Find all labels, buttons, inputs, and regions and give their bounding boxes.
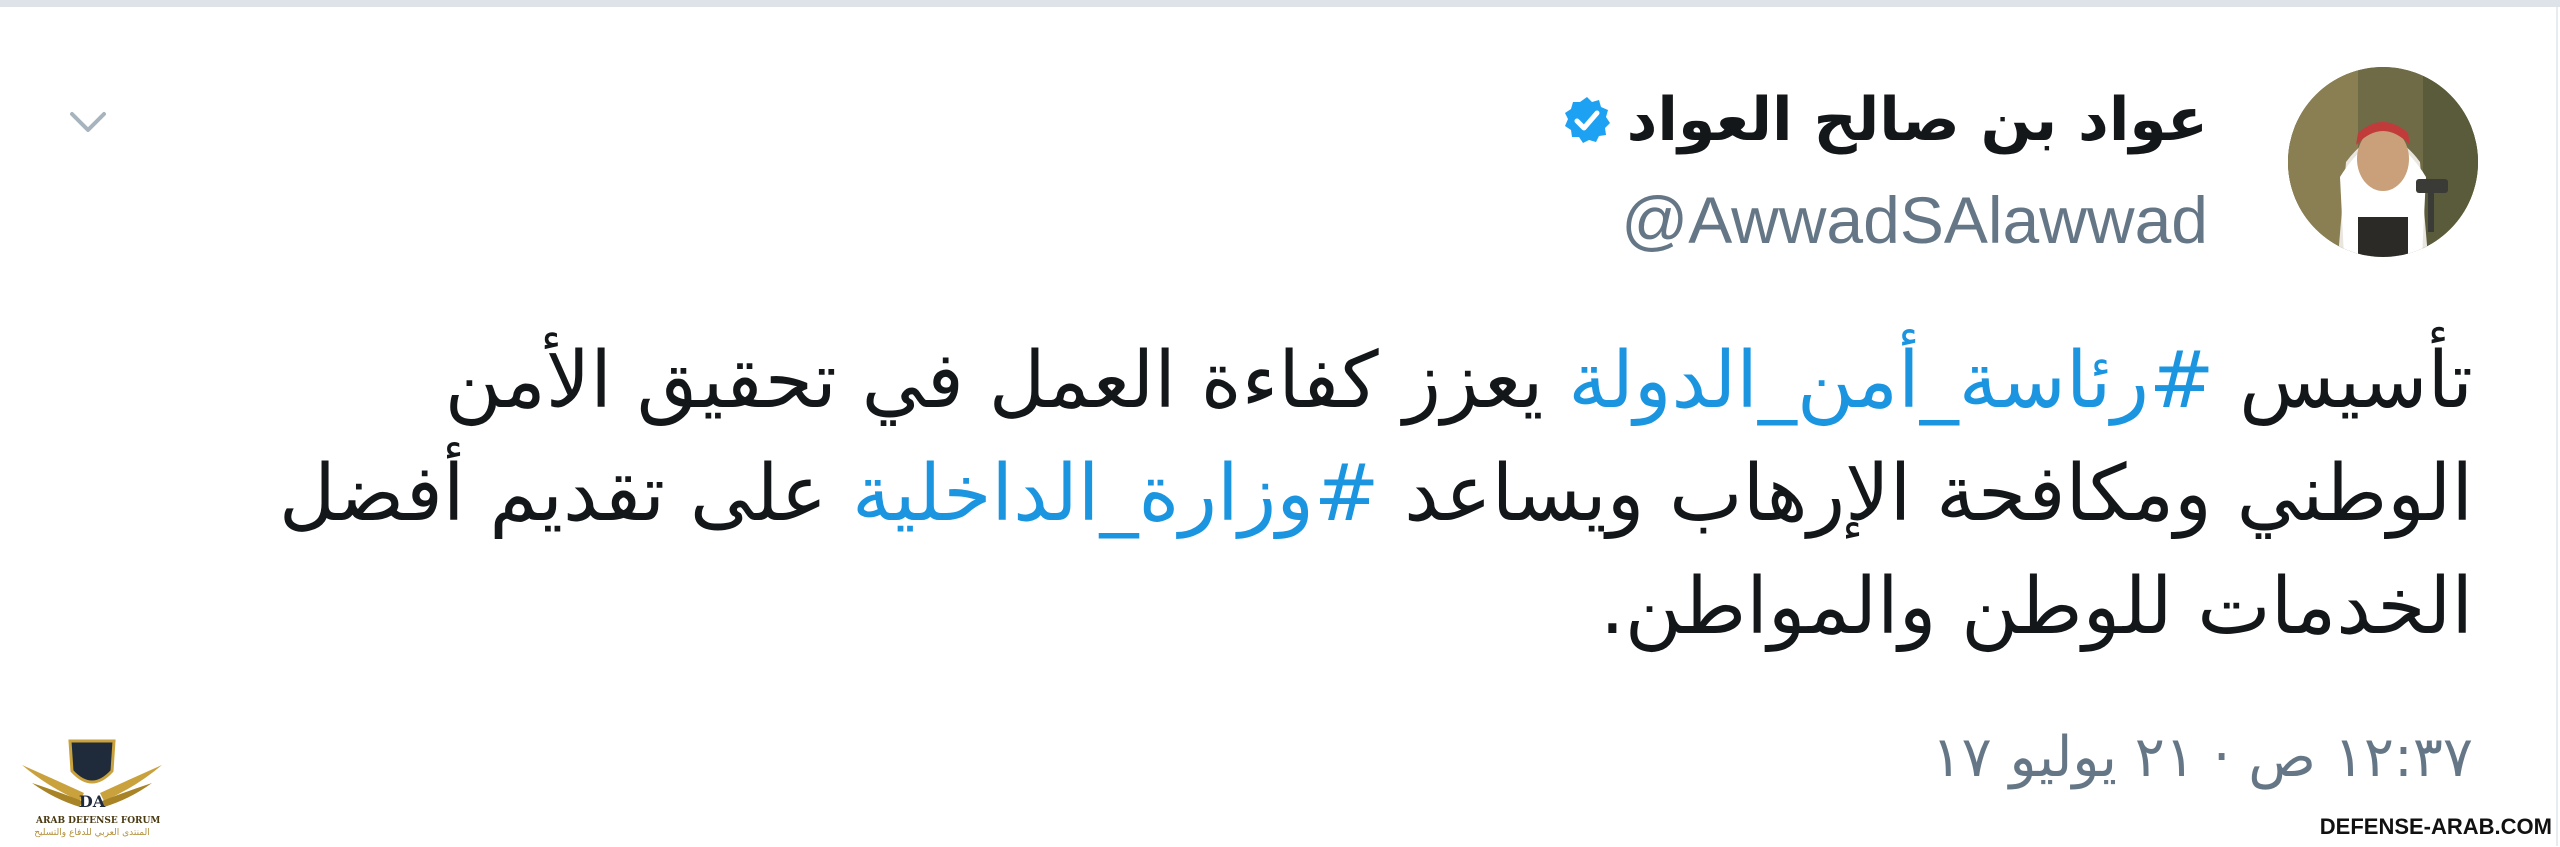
forum-name: ARAB DEFENSE FORUM [36,816,161,826]
tweet-card: عواد بن صالح العواد @AwwadSAlawwad تأسيس… [0,7,2558,846]
avatar[interactable] [2288,67,2478,257]
verified-badge-icon [1561,94,1613,146]
tweet-text-part: تأسيس [2214,336,2473,426]
tweet-text: تأسيس #رئاسة_أمن_الدولة يعزز كفاءة العمل… [213,325,2473,664]
chevron-down-icon[interactable] [64,102,112,142]
hashtag-link[interactable]: #وزارة_الداخلية [852,449,1379,539]
forum-name-arabic: المنتدى العربي للدفاع والتسليح [34,828,150,838]
author-display-name[interactable]: عواد بن صالح العواد [1627,85,2208,155]
top-border [0,0,2560,7]
author-name-row: عواد بن صالح العواد [1561,75,2208,165]
tweet-timestamp[interactable]: ١٢:٣٧ ص · ٢١ يوليو ١٧ [1932,725,2473,790]
forum-logo-mark: DA [79,792,106,811]
site-watermark: DEFENSE-ARAB.COM [2319,814,2552,839]
hashtag-link[interactable]: #رئاسة_أمن_الدولة [1568,336,2214,426]
forum-logo-icon: DA [18,735,166,843]
author-handle[interactable]: @AwwadSAlawwad [1621,182,2208,258]
